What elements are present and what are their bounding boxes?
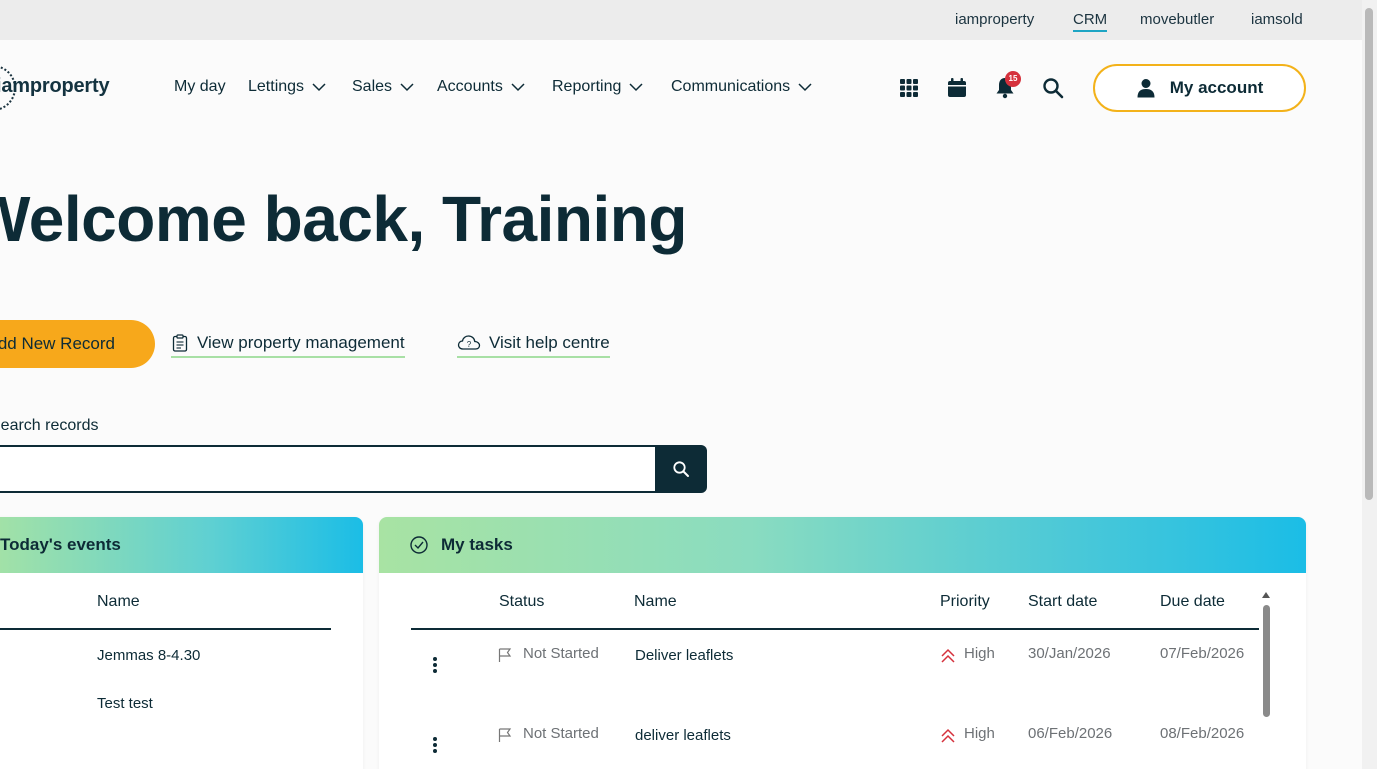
event-row-name[interactable]: Jemmas 8-4.30 <box>97 647 200 664</box>
tasks-column-status[interactable]: Status <box>499 593 544 611</box>
priority-high-icon <box>941 648 955 663</box>
task-start-date: 30/Jan/2026 <box>1028 645 1111 662</box>
product-link-movebutler[interactable]: movebutler <box>1140 11 1214 28</box>
nav-accounts[interactable]: Accounts <box>437 78 525 96</box>
task-due-date: 07/Feb/2026 <box>1160 645 1245 662</box>
nav-lettings[interactable]: Lettings <box>248 78 326 96</box>
link-label: Visit help centre <box>489 333 610 352</box>
chevron-down-icon <box>798 83 812 92</box>
nav-label: Lettings <box>248 78 305 95</box>
task-status: Not Started <box>523 645 599 662</box>
product-link-iamsold[interactable]: iamsold <box>1251 11 1303 28</box>
check-circle-icon <box>410 536 428 554</box>
logo-text: iamproperty <box>0 75 110 97</box>
calendar-icon[interactable] <box>945 76 969 100</box>
card-title: Today's events <box>0 517 363 573</box>
tasks-header-rule <box>411 628 1259 630</box>
tasks-column-due-date[interactable]: Due date <box>1160 593 1225 611</box>
nav-label: Accounts <box>437 78 503 95</box>
flag-icon <box>498 648 512 662</box>
task-name-link[interactable]: Deliver leaflets <box>635 647 733 664</box>
chevron-down-icon <box>312 83 326 92</box>
chevron-down-icon <box>511 83 525 92</box>
product-link-iamproperty[interactable]: iamproperty <box>955 11 1034 28</box>
nav-sales[interactable]: Sales <box>352 78 414 96</box>
add-new-record-button[interactable]: Add New Record <box>0 320 155 368</box>
task-start-date: 06/Feb/2026 <box>1028 725 1113 742</box>
clipboard-icon <box>172 334 188 352</box>
product-switcher-bar: iamproperty CRM movebutler iamsold <box>0 0 1362 40</box>
product-link-crm[interactable]: CRM <box>1073 11 1108 32</box>
search-icon <box>673 461 689 477</box>
cloud-help-icon: ? <box>457 335 481 350</box>
flag-icon <box>498 728 512 742</box>
tasks-scrollbar-thumb[interactable] <box>1263 605 1270 717</box>
events-column-name: Name <box>97 593 140 610</box>
row-actions-menu-icon[interactable] <box>432 737 438 757</box>
row-actions-menu-icon[interactable] <box>432 657 438 677</box>
task-priority: High <box>964 725 995 742</box>
chevron-down-icon <box>629 83 643 92</box>
nav-label: My day <box>174 78 226 95</box>
search-label: Search records <box>0 417 99 434</box>
task-status: Not Started <box>523 725 599 742</box>
welcome-heading: Welcome back, Training <box>0 183 687 255</box>
nav-label: Communications <box>671 78 791 95</box>
task-priority: High <box>964 645 995 662</box>
events-header-rule <box>0 628 331 630</box>
notification-badge: 15 <box>1005 71 1021 87</box>
logo[interactable]: iamproperty <box>0 63 110 113</box>
tasks-column-name[interactable]: Name <box>634 593 677 611</box>
card-header: My tasks <box>379 517 1306 573</box>
user-icon <box>1137 79 1155 98</box>
search-icon[interactable] <box>1041 76 1065 100</box>
tasks-column-start-date[interactable]: Start date <box>1028 593 1097 611</box>
chevron-down-icon <box>400 83 414 92</box>
search-records-input[interactable] <box>0 445 657 493</box>
nav-communications[interactable]: Communications <box>671 78 812 96</box>
page-scrollbar-thumb[interactable] <box>1365 8 1373 500</box>
card-title: My tasks <box>441 535 513 554</box>
todays-events-card: Today's events <box>0 517 363 769</box>
nav-reporting[interactable]: Reporting <box>552 78 643 96</box>
task-due-date: 08/Feb/2026 <box>1160 725 1245 742</box>
search-submit-button[interactable] <box>655 445 707 493</box>
task-name-link[interactable]: deliver leaflets <box>635 727 731 744</box>
apps-grid-icon[interactable] <box>897 76 921 100</box>
priority-high-icon <box>941 728 955 743</box>
svg-text:?: ? <box>467 340 472 349</box>
my-account-button[interactable]: My account <box>1093 64 1306 112</box>
tasks-scroll-up-arrow-icon[interactable] <box>1262 592 1270 598</box>
view-property-management-link[interactable]: View property management <box>171 333 405 358</box>
nav-my-day[interactable]: My day <box>174 78 226 96</box>
nav-label: Reporting <box>552 78 622 95</box>
visit-help-centre-link[interactable]: ? Visit help centre <box>457 333 610 358</box>
my-account-label: My account <box>1169 78 1264 97</box>
nav-label: Sales <box>352 78 393 95</box>
event-row-name[interactable]: Test test <box>97 695 153 712</box>
tasks-column-priority[interactable]: Priority <box>940 593 990 611</box>
link-label: View property management <box>197 333 405 352</box>
